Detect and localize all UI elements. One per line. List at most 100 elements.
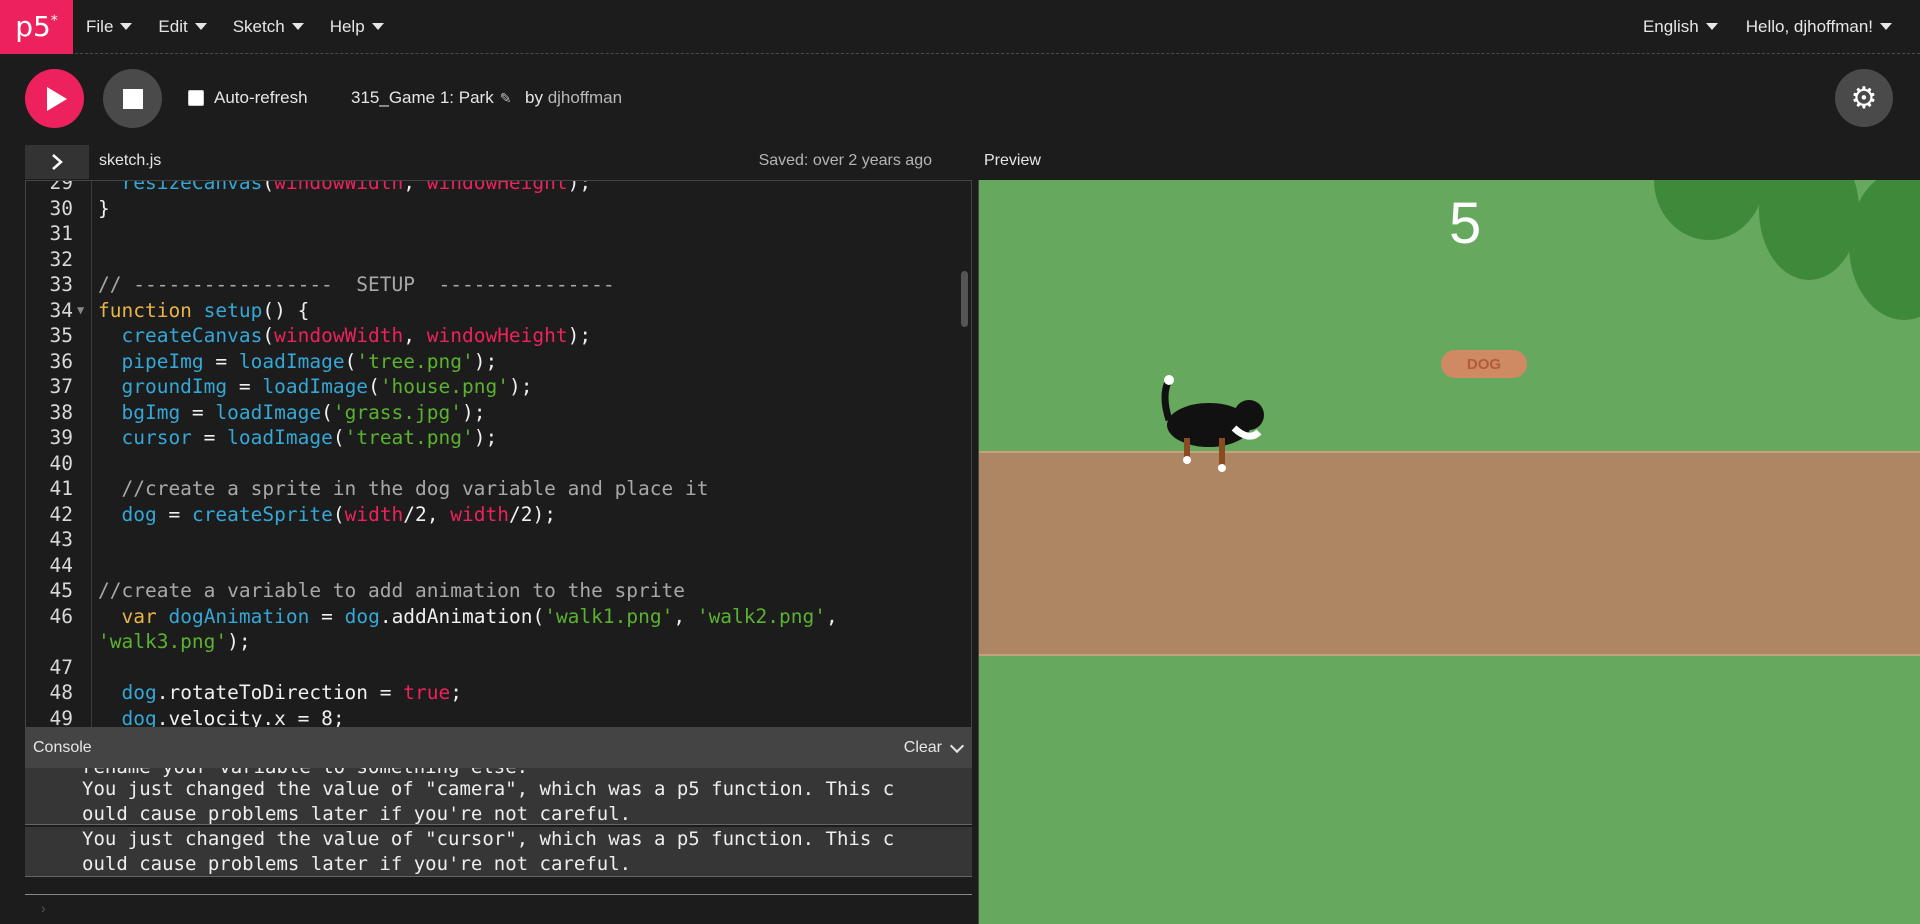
score-display: 5	[1449, 191, 1482, 256]
code-text[interactable]: //create a variable to add animation to …	[98, 578, 685, 604]
bone-label: DOG	[1466, 355, 1502, 373]
console-message-line: You just changed the value of "camera", …	[82, 778, 895, 800]
code-text[interactable]: function setup() {	[98, 298, 309, 324]
code-text[interactable]: createCanvas(windowWidth, windowHeight);	[98, 323, 591, 349]
code-line[interactable]: 37 groundImg = loadImage('house.png');	[26, 374, 971, 400]
auto-refresh-label[interactable]: Auto-refresh	[214, 88, 308, 108]
code-line[interactable]: 40	[26, 451, 971, 477]
line-number: 31	[49, 222, 73, 245]
code-line[interactable]: 42 dog = createSprite(width/2, width/2);	[26, 502, 971, 528]
fold-arrow-icon[interactable]: ▼	[77, 298, 84, 324]
caret-down-icon	[371, 23, 384, 30]
menu-help-label: Help	[329, 16, 365, 36]
user-menu[interactable]: Hello, djhoffman!	[1746, 17, 1892, 37]
editor-scrollbar[interactable]	[961, 271, 968, 327]
console-message-line: You just changed the value of "cursor", …	[82, 828, 895, 850]
console-title: Console	[33, 739, 92, 756]
code-line[interactable]: 32	[26, 247, 971, 273]
console-divider	[25, 894, 972, 895]
menu-sketch-label: Sketch	[232, 16, 285, 36]
gear-icon: ⚙	[1850, 81, 1878, 115]
owner-link[interactable]: djhoffman	[548, 88, 622, 107]
code-line[interactable]: 33 // ----------------- SETUP -----------…	[26, 272, 971, 298]
stop-icon	[122, 88, 143, 109]
play-icon	[47, 86, 67, 111]
preview-label: Preview	[984, 152, 1041, 169]
code-line[interactable]: 47	[26, 655, 971, 681]
stop-button[interactable]	[103, 69, 162, 128]
menu-edit[interactable]: Edit	[158, 17, 207, 37]
pencil-icon[interactable]: ✎	[500, 90, 512, 107]
code-text[interactable]: bgImg = loadImage('grass.jpg');	[98, 400, 485, 426]
code-line[interactable]: 41 //create a sprite in the dog variable…	[26, 476, 971, 502]
code-line[interactable]: 38 bgImg = loadImage('grass.jpg');	[26, 400, 971, 426]
code-text[interactable]: pipeImg = loadImage('tree.png');	[98, 349, 497, 375]
code-line[interactable]: 30}	[26, 196, 971, 222]
code-text[interactable]: // ----------------- SETUP -------------…	[98, 272, 615, 298]
code-text[interactable]: dog.rotateToDirection = true;	[98, 680, 462, 706]
user-greeting: Hello, djhoffman!	[1745, 16, 1873, 36]
code-line[interactable]: 49 dog.velocity.x = 8;	[26, 706, 971, 728]
line-number: 46	[49, 604, 73, 628]
file-name: sketch.js	[99, 152, 162, 169]
language-menu[interactable]: English	[1643, 17, 1718, 37]
console-message-line: ould cause problems later if you're not …	[82, 803, 632, 825]
code-line[interactable]: 48 dog.rotateToDirection = true;	[26, 680, 971, 706]
code-line[interactable]: 44	[26, 553, 971, 579]
chevron-down-icon[interactable]	[949, 738, 965, 753]
line-number: 42	[49, 502, 73, 526]
menu-file[interactable]: File	[86, 17, 133, 37]
code-line[interactable]: 39 cursor = loadImage('treat.png');	[26, 425, 971, 451]
by-label: by	[525, 88, 543, 107]
console-controls: Clear	[904, 738, 965, 757]
sketch-preview-canvas[interactable]: 5 DOG	[978, 180, 1920, 924]
line-number: 49	[49, 706, 73, 728]
code-line[interactable]: 35 createCanvas(windowWidth, windowHeigh…	[26, 323, 971, 349]
console-body: rename your variable to something else. …	[25, 768, 972, 924]
console-message: You just changed the value of "cursor", …	[25, 827, 972, 877]
line-number: 40	[49, 451, 73, 475]
code-line[interactable]: 'walk3.png');	[26, 629, 971, 655]
auto-refresh-checkbox[interactable]	[188, 90, 204, 106]
code-text[interactable]: cursor = loadImage('treat.png');	[98, 425, 497, 451]
editor-header: sketch.js Saved: over 2 years ago	[0, 143, 972, 180]
code-editor[interactable]: 29 resizeCanvas(windowWidth, windowHeigh…	[25, 180, 972, 728]
code-line[interactable]: 46 var dogAnimation = dog.addAnimation('…	[26, 604, 971, 630]
saved-status: Saved: over 2 years ago	[758, 152, 932, 169]
brick-path	[979, 451, 1920, 656]
code-line[interactable]: 43	[26, 527, 971, 553]
sketch-name[interactable]: 315_Game 1: Park ✎	[351, 88, 511, 108]
line-number: 48	[49, 681, 73, 704]
console-clear-button[interactable]: Clear	[904, 739, 942, 757]
code-text[interactable]: 'walk3.png');	[98, 629, 251, 655]
sketch-name-text[interactable]: 315_Game 1: Park	[351, 88, 494, 108]
p5-logo[interactable]: p5 *	[0, 0, 73, 54]
console-header: Console Clear	[25, 728, 972, 768]
menu-help[interactable]: Help	[330, 17, 384, 37]
code-text[interactable]: var dogAnimation = dog.addAnimation('wal…	[98, 604, 837, 630]
code-line[interactable]: 36 pipeImg = loadImage('tree.png');	[26, 349, 971, 375]
line-number: 32	[49, 247, 73, 271]
expand-sidebar-button[interactable]	[25, 145, 89, 179]
code-text[interactable]: //create a sprite in the dog variable an…	[98, 476, 708, 502]
code-line[interactable]: 29 resizeCanvas(windowWidth, windowHeigh…	[26, 181, 971, 196]
code-text[interactable]: resizeCanvas(windowWidth, windowHeight);	[98, 181, 591, 196]
caret-down-icon	[1705, 23, 1718, 30]
caret-down-icon	[1880, 23, 1892, 30]
settings-button[interactable]: ⚙	[1835, 69, 1893, 127]
nav-right: English Hello, djhoffman!	[1630, 17, 1892, 37]
menu-sketch[interactable]: Sketch	[233, 17, 304, 37]
code-text[interactable]: dog = createSprite(width/2, width/2);	[98, 502, 555, 528]
code-text[interactable]: groundImg = loadImage('house.png');	[98, 374, 532, 400]
line-number: 47	[49, 655, 73, 679]
code-text[interactable]: dog.velocity.x = 8;	[98, 706, 344, 728]
code-text[interactable]: }	[98, 196, 110, 222]
code-line[interactable]: 31	[26, 221, 971, 247]
line-number: 34	[49, 298, 73, 322]
play-button[interactable]	[25, 69, 84, 128]
caret-down-icon	[120, 23, 133, 30]
tree-leaf	[1654, 180, 1764, 240]
code-line[interactable]: 34 ▼ function setup() {	[26, 298, 971, 324]
code-line[interactable]: 45 //create a variable to add animation t…	[26, 578, 971, 604]
code-lines[interactable]: 29 resizeCanvas(windowWidth, windowHeigh…	[26, 181, 971, 728]
